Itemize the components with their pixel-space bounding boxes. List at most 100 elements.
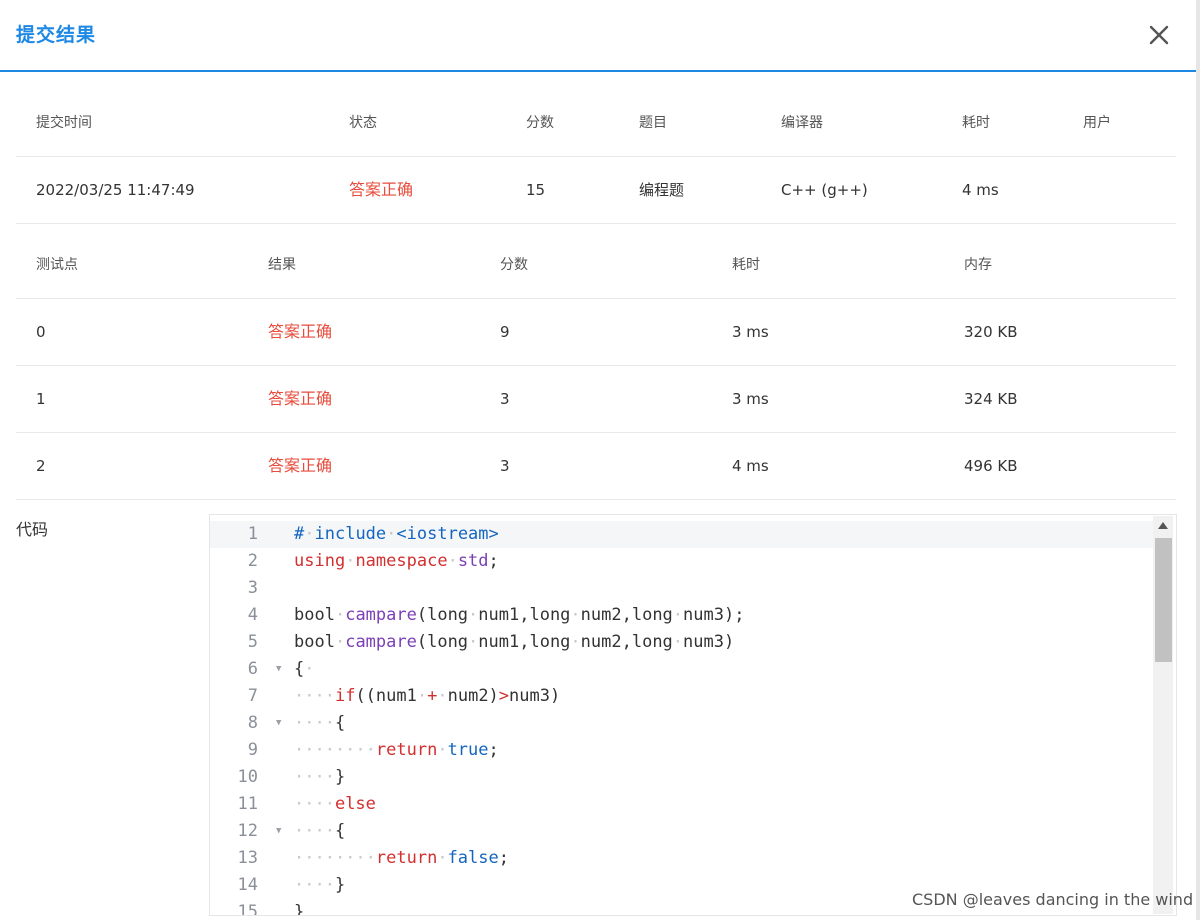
header-submit-time: 提交时间 — [36, 115, 92, 131]
code-token: · — [437, 740, 448, 760]
code-token: + — [427, 686, 438, 706]
code-line: ····} — [294, 764, 345, 791]
code-token: true — [447, 740, 489, 760]
code-line: ····} — [294, 872, 345, 899]
code-token: { — [334, 821, 346, 841]
code-token: · — [345, 551, 356, 571]
code-line: ········return·false; — [294, 845, 509, 872]
problem-link[interactable]: 编程题 — [639, 157, 684, 223]
test-time: 4 ms — [732, 457, 769, 475]
test-time: 3 ms — [732, 323, 769, 341]
fold-toggle-icon[interactable]: ▼ — [276, 656, 281, 683]
dialog-title: 提交结果 — [16, 24, 97, 46]
line-number: 1 — [247, 524, 258, 544]
code-token: ···· — [294, 767, 335, 787]
code-token: (long — [416, 605, 469, 625]
code-token: ((num1 — [355, 686, 417, 706]
code-token: · — [334, 632, 346, 652]
code-token: · — [304, 524, 315, 544]
scrollbar-thumb[interactable] — [1155, 538, 1172, 662]
line-number: 5 — [247, 632, 258, 652]
code-editor[interactable]: 1 2 3 4 5 6 7 8 9 10 11 12 13 14 15 ▼ ▼ … — [209, 514, 1177, 916]
code-token: return — [375, 848, 438, 868]
code-token: campare — [345, 605, 417, 625]
table-row: 1 答案正确 3 3 ms 324 KB — [16, 366, 1176, 433]
fold-toggle-icon[interactable]: ▼ — [276, 818, 281, 845]
compiler-value: C++ (g++) — [781, 181, 868, 199]
code-token: # — [294, 524, 305, 544]
code-line: bool·campare(long·num1,long·num2,long·nu… — [294, 602, 744, 629]
code-token: > — [498, 686, 510, 706]
code-token: using — [294, 551, 346, 571]
test-cases-table: 测试点 结果 分数 耗时 内存 0 答案正确 9 3 ms 320 KB 1 答… — [16, 232, 1176, 500]
code-line: bool·campare(long·num1,long·num2,long·nu… — [294, 629, 734, 656]
close-icon — [1149, 25, 1169, 45]
code-line: {· — [294, 656, 315, 683]
code-line: ····if((num1·+·num2)>num3) — [294, 683, 560, 710]
code-token: ; — [498, 848, 509, 868]
elapsed-value: 4 ms — [962, 181, 999, 199]
line-number: 11 — [237, 794, 258, 814]
code-token: num2,long — [580, 632, 673, 652]
summary-header-row: 提交时间 状态 分数 题目 编译器 耗时 用户 — [16, 90, 1176, 157]
code-line: } — [294, 899, 304, 915]
test-score: 3 — [500, 390, 510, 408]
code-token: · — [416, 686, 428, 706]
fold-toggle-icon[interactable]: ▼ — [276, 710, 281, 737]
code-token: bool — [294, 605, 335, 625]
code-token: ; — [488, 551, 499, 571]
code-token: ···· — [294, 794, 335, 814]
code-token: num3) — [683, 632, 735, 652]
code-token: ···· — [294, 686, 335, 706]
line-number: 13 — [237, 848, 258, 868]
code-token: { — [294, 659, 305, 679]
summary-row: 2022/03/25 11:47:49 答案正确 15 编程题 C++ (g++… — [16, 157, 1176, 224]
code-token: · — [334, 605, 346, 625]
code-token: num1,long — [478, 605, 571, 625]
header-elapsed: 耗时 — [962, 115, 990, 131]
table-row: 2 答案正确 3 4 ms 496 KB — [16, 433, 1176, 500]
code-token: ···· — [294, 875, 335, 895]
dialog-scroll-edge — [1196, 0, 1200, 920]
code-token: ; — [488, 740, 499, 760]
header-score: 分数 — [526, 115, 554, 131]
code-scrollbar[interactable] — [1153, 516, 1173, 914]
code-token: · — [468, 632, 479, 652]
code-token: · — [570, 632, 581, 652]
tests-header-row: 测试点 结果 分数 耗时 内存 — [16, 232, 1176, 299]
code-line: ····{ — [294, 710, 345, 737]
code-token: ········ — [294, 848, 376, 868]
submission-result-dialog: 提交结果 提交时间 状态 分数 题目 编译器 耗时 用户 2022/03/25 … — [0, 0, 1200, 920]
code-token: std — [457, 551, 489, 571]
header-test-point: 测试点 — [36, 257, 78, 273]
submit-time: 2022/03/25 11:47:49 — [36, 181, 195, 199]
test-result: 答案正确 — [268, 322, 333, 341]
code-token: · — [447, 551, 458, 571]
test-memory: 320 KB — [964, 323, 1018, 341]
line-number: 7 — [247, 686, 258, 706]
code-token: } — [334, 767, 346, 787]
code-token: num3); — [683, 605, 745, 625]
header-test-time: 耗时 — [732, 257, 760, 273]
code-token: (long — [416, 632, 469, 652]
watermark: CSDN @leaves dancing in the wind — [912, 890, 1194, 909]
code-token: return — [375, 740, 438, 760]
line-number: 4 — [247, 605, 258, 625]
code-token: num2,long — [580, 605, 673, 625]
header-result: 结果 — [268, 257, 296, 273]
scroll-up-arrow-icon[interactable] — [1158, 522, 1168, 529]
test-id: 2 — [36, 457, 46, 475]
header-user: 用户 — [1083, 115, 1111, 131]
close-button[interactable] — [1144, 20, 1174, 50]
code-token: · — [570, 605, 581, 625]
code-line: using·namespace·std; — [294, 548, 499, 575]
test-memory: 496 KB — [964, 457, 1018, 475]
code-line: ····{ — [294, 818, 345, 845]
code-token: num2) — [447, 686, 499, 706]
line-number: 9 — [247, 740, 258, 760]
code-token: include — [314, 524, 387, 544]
code-token: ········ — [294, 740, 376, 760]
code-token: num3) — [509, 686, 561, 706]
line-number: 2 — [247, 551, 258, 571]
code-token: } — [334, 875, 346, 895]
